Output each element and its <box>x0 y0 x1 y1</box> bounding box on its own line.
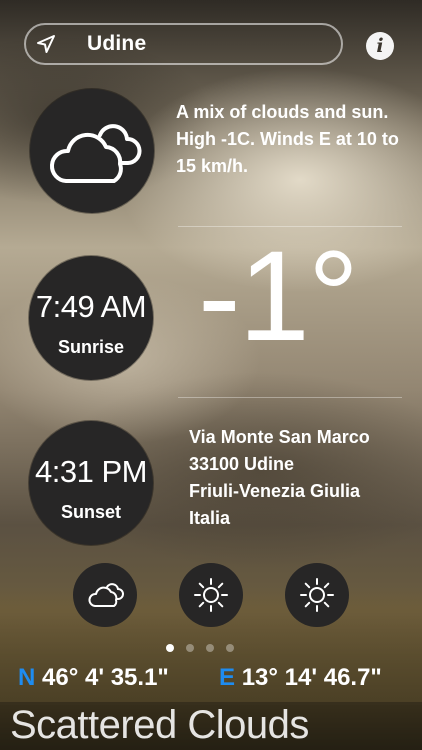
cloudy-icon <box>88 583 124 607</box>
address-line: 33100 Udine <box>189 454 295 474</box>
sunset-circle: 4:31 PM Sunset <box>29 421 153 545</box>
forecast-day-1[interactable] <box>73 563 137 627</box>
info-icon: i <box>376 35 384 57</box>
address-line: Via Monte San Marco <box>189 427 370 447</box>
sunset-time: 4:31 PM <box>35 454 147 489</box>
sunrise-label: Sunrise <box>57 337 125 357</box>
latitude-value: 46° 4' 35.1" <box>42 664 169 691</box>
address: Via Monte San Marco 33100 Udine Friuli-V… <box>189 424 419 532</box>
forecast-day-3[interactable] <box>285 563 349 627</box>
weather-description: A mix of clouds and sun. High -1C. Winds… <box>176 102 399 176</box>
location-bar[interactable]: Udine <box>24 23 343 65</box>
address-line: Italia <box>189 508 231 528</box>
sun-icon <box>194 578 228 612</box>
page-dot[interactable] <box>166 644 174 652</box>
address-line: Friuli-Venezia Giulia <box>189 481 361 501</box>
sunrise-circle: 7:49 AM Sunrise <box>29 256 153 380</box>
longitude-value: 13° 14' 46.7" <box>241 664 382 691</box>
longitude: E 13° 14' 46.7" <box>219 664 382 692</box>
condition-text: Scattered Clouds <box>10 703 309 747</box>
page-dot[interactable] <box>206 644 214 652</box>
info-button[interactable]: i <box>366 32 394 60</box>
location-arrow-icon <box>37 35 55 53</box>
sun-icon <box>300 578 334 612</box>
page-dot[interactable] <box>186 644 194 652</box>
latitude-direction: N <box>18 664 36 691</box>
longitude-direction: E <box>219 664 236 691</box>
latitude: N 46° 4' 35.1" <box>18 664 169 692</box>
sunset-label: Sunset <box>60 502 121 522</box>
current-weather-circle[interactable] <box>30 89 154 213</box>
divider <box>178 397 402 398</box>
forecast-day-2[interactable] <box>179 563 243 627</box>
page-dot[interactable] <box>226 644 234 652</box>
temperature: -1° <box>198 225 359 368</box>
location-name: Udine <box>87 32 147 55</box>
cloudy-icon <box>49 124 142 183</box>
sunrise-time: 7:49 AM <box>35 289 147 324</box>
condition-bar: Scattered Clouds <box>0 702 422 750</box>
